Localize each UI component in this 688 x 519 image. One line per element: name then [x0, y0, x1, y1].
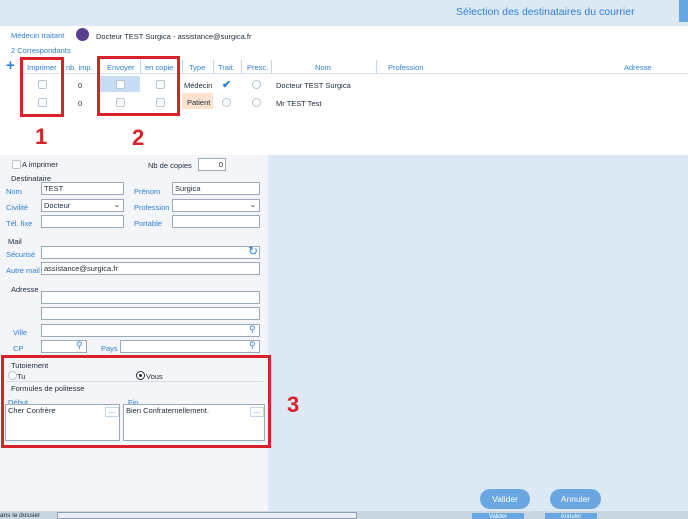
pays-input[interactable] [120, 340, 260, 353]
location-pin-icon[interactable]: ⚲ [249, 324, 256, 335]
nom-label: Nom [6, 187, 22, 196]
tel-fixe-input[interactable] [41, 215, 124, 228]
ville-input[interactable] [41, 324, 260, 337]
col-trait[interactable]: Trait. [218, 63, 235, 72]
securise-label: Sécurisé [6, 250, 36, 259]
background-valider-button: Valider [472, 513, 524, 519]
col-type[interactable]: Type [189, 63, 205, 72]
col-nom[interactable]: Nom [315, 63, 331, 72]
col-presc[interactable]: Presc. [247, 63, 268, 72]
medecin-email: - assistance@surgica.fr [173, 32, 252, 41]
prenom-label: Prénom [134, 187, 161, 196]
cp-label: CP [13, 344, 24, 353]
civilite-value: Docteur [44, 201, 71, 210]
correspondants-count: 2 Correspondants [11, 46, 71, 55]
securise-input[interactable] [41, 246, 260, 259]
valider-button[interactable]: Valider [480, 489, 530, 509]
col-profession[interactable]: Profession [388, 63, 423, 72]
background-annuler-button: Annuler [545, 513, 597, 519]
location-pin-icon[interactable]: ⚲ [76, 340, 83, 351]
doctor-avatar-icon [76, 28, 89, 41]
profession-select[interactable]: ⌄ [172, 199, 260, 212]
profession-label: Profession [134, 203, 170, 212]
col-nb-imp[interactable]: nb. imp. [66, 63, 93, 72]
nb-copies-label: Nb de copies [148, 161, 192, 170]
add-icon[interactable]: + [6, 57, 15, 74]
row-type: Médecin [184, 81, 213, 90]
chevron-down-icon: ⌄ [113, 200, 120, 209]
location-pin-icon[interactable]: ⚲ [249, 340, 256, 351]
window-title: Sélection des destinataires du courrier [456, 6, 635, 18]
row-nom[interactable]: Mr TEST Test [276, 99, 321, 108]
civilite-label: Civilité [6, 203, 29, 212]
medecin-traitant-label: Médecin traitant [11, 31, 65, 40]
tel-fixe-label: Tél. fixe [6, 219, 33, 228]
right-panel [268, 155, 688, 511]
adresse-label: Adresse [11, 285, 39, 294]
annotation-box-2 [97, 56, 180, 116]
autre-mail-label: Autre mail [6, 266, 40, 275]
col-adresse[interactable]: Adresse [624, 63, 652, 72]
title-bar: Sélection des destinataires du courrier [0, 0, 688, 26]
prenom-input[interactable]: Surgica [172, 182, 260, 195]
adresse-line1-input[interactable] [41, 291, 260, 304]
chevron-down-icon: ⌄ [249, 200, 256, 209]
annotation-number-2: 2 [132, 125, 145, 150]
row-type: Patient [187, 98, 211, 107]
nb-imp-value: 0 [78, 81, 83, 90]
a-imprimer-label: A imprimer [22, 160, 58, 169]
pays-label: Pays [101, 344, 118, 353]
autre-mail-input[interactable]: assistance@surgica.fr [41, 262, 260, 275]
mail-label: Mail [8, 237, 22, 246]
annotation-box-1 [20, 57, 64, 117]
annuler-button[interactable]: Annuler [550, 489, 601, 509]
nom-input[interactable]: TEST [41, 182, 124, 195]
portable-label: Portable [134, 219, 162, 228]
trait-radio[interactable] [222, 98, 231, 107]
refresh-icon[interactable]: ↻ [248, 244, 258, 258]
nb-copies-input[interactable]: 0 [198, 158, 226, 171]
annotation-box-3 [1, 355, 271, 448]
ville-label: Ville [13, 328, 28, 337]
row-nom[interactable]: Docteur TEST Surgica [276, 81, 351, 90]
portable-input[interactable] [172, 215, 260, 228]
annotation-number-3: 3 [287, 392, 300, 417]
medecin-name: Docteur TEST Surgica [96, 32, 171, 41]
a-imprimer-checkbox[interactable] [12, 160, 21, 169]
presc-radio[interactable] [252, 98, 261, 107]
adresse-line2-input[interactable] [41, 307, 260, 320]
presc-radio[interactable] [252, 80, 261, 89]
annotation-number-1: 1 [35, 124, 48, 149]
background-text: ans le dossier [0, 512, 41, 519]
civilite-select[interactable]: Docteur ⌄ [41, 199, 124, 212]
window-corner-button[interactable] [679, 0, 688, 22]
check-icon: ✔ [222, 79, 232, 91]
nb-imp-value: 0 [78, 99, 83, 108]
